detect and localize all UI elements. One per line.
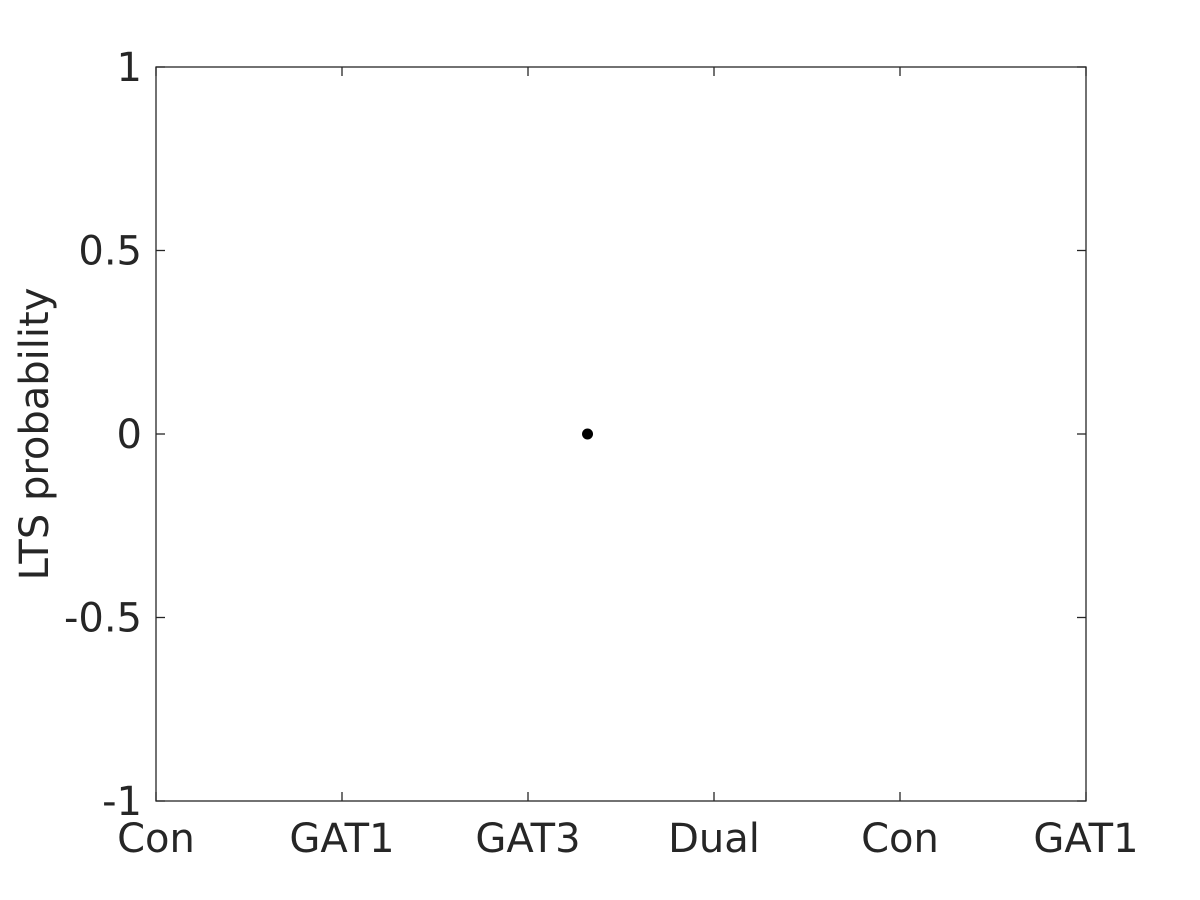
x-tick-label: GAT3 xyxy=(475,816,580,862)
data-points xyxy=(582,428,594,440)
chart: Con GAT1 GAT3 Dual Con GAT1 -1-0.500.51 LTS p… xyxy=(12,45,1139,862)
y-tick-label: -0.5 xyxy=(64,596,142,642)
y-tick-label: -1 xyxy=(102,779,142,825)
y-axis-label: LTS probability xyxy=(12,288,58,581)
plot-area xyxy=(155,66,1087,802)
x-tick-label: Dual xyxy=(668,816,760,862)
x-tick-label: Con xyxy=(861,816,939,862)
x-tick-label: GAT1 xyxy=(289,816,394,862)
x-tick-label: GAT1 xyxy=(1033,816,1138,862)
y-tick-label: 0 xyxy=(117,412,142,458)
y-tick-label: 1 xyxy=(117,45,142,91)
data-point xyxy=(582,428,594,440)
y-tick-label: 0.5 xyxy=(78,229,142,275)
